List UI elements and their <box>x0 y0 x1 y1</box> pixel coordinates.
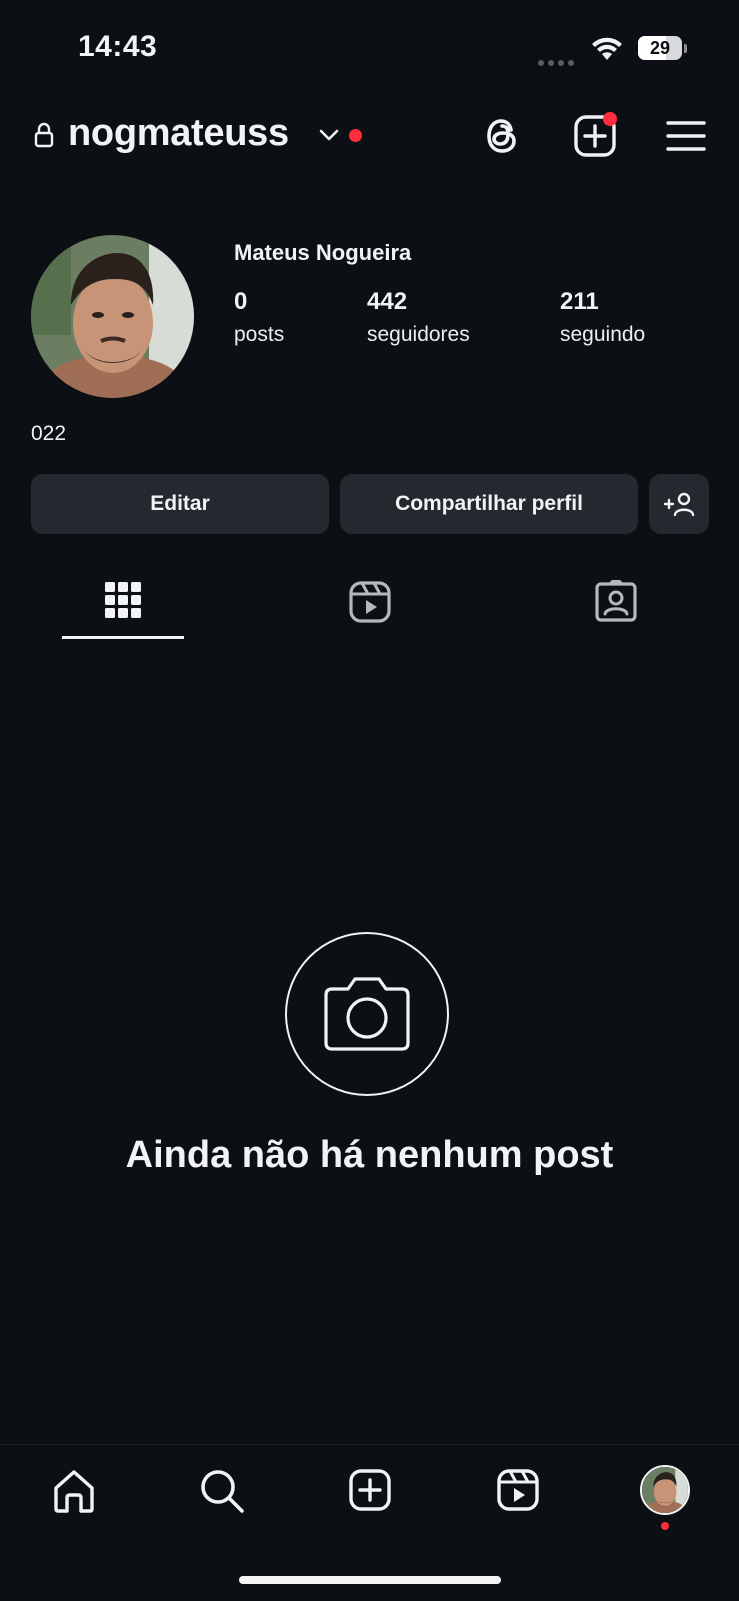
wifi-icon <box>590 36 624 67</box>
reels-icon <box>497 1469 539 1511</box>
lock-icon <box>34 122 54 153</box>
reels-icon <box>349 581 391 623</box>
chevron-down-icon[interactable] <box>318 128 340 147</box>
followers-label[interactable]: seguidores <box>367 323 470 347</box>
empty-state-camera <box>285 932 449 1096</box>
status-time: 14:43 <box>78 30 158 63</box>
grid-icon <box>105 582 141 618</box>
posts-label: posts <box>234 323 285 346</box>
menu-icon[interactable] <box>666 120 706 157</box>
display-name: Mateus Nogueira <box>234 240 412 265</box>
nav-create[interactable] <box>348 1468 392 1517</box>
active-tab-indicator <box>62 636 184 639</box>
nav-reels[interactable] <box>496 1468 540 1517</box>
camera-icon <box>324 977 410 1051</box>
discover-people-button[interactable] <box>649 474 709 534</box>
profile-avatar[interactable] <box>31 235 194 398</box>
add-person-icon <box>663 492 695 517</box>
threads-icon[interactable] <box>481 114 523 158</box>
new-post-notification-dot <box>603 112 617 126</box>
tagged-icon <box>595 579 637 622</box>
following-label[interactable]: seguindo <box>560 323 645 347</box>
notification-dot <box>349 129 362 142</box>
followers-count[interactable]: 442 <box>367 288 407 316</box>
posts-count: 0 <box>234 288 248 315</box>
nav-home[interactable] <box>52 1468 96 1519</box>
empty-state-text: Ainda não há nenhum post <box>125 1134 614 1176</box>
profile-username[interactable]: nogmateuss <box>68 112 289 155</box>
home-indicator <box>239 1576 501 1584</box>
create-icon <box>349 1469 391 1511</box>
edit-profile-button[interactable]: Editar <box>31 474 329 534</box>
share-profile-button[interactable]: Compartilhar perfil <box>340 474 638 534</box>
profile-bio: 022 <box>31 422 67 445</box>
tab-tagged[interactable] <box>594 579 638 629</box>
following-count[interactable]: 211 <box>560 288 599 316</box>
nav-search[interactable] <box>199 1468 245 1519</box>
nav-profile-avatar[interactable] <box>640 1465 690 1515</box>
battery-level: 29 <box>649 38 671 58</box>
battery-icon: 29 <box>638 36 688 62</box>
tab-reels[interactable] <box>348 580 392 629</box>
search-icon <box>201 1470 244 1513</box>
home-icon <box>54 1470 94 1513</box>
profile-notification-dot <box>661 1522 669 1530</box>
signal-icon <box>538 53 578 66</box>
tab-grid[interactable] <box>105 580 141 625</box>
